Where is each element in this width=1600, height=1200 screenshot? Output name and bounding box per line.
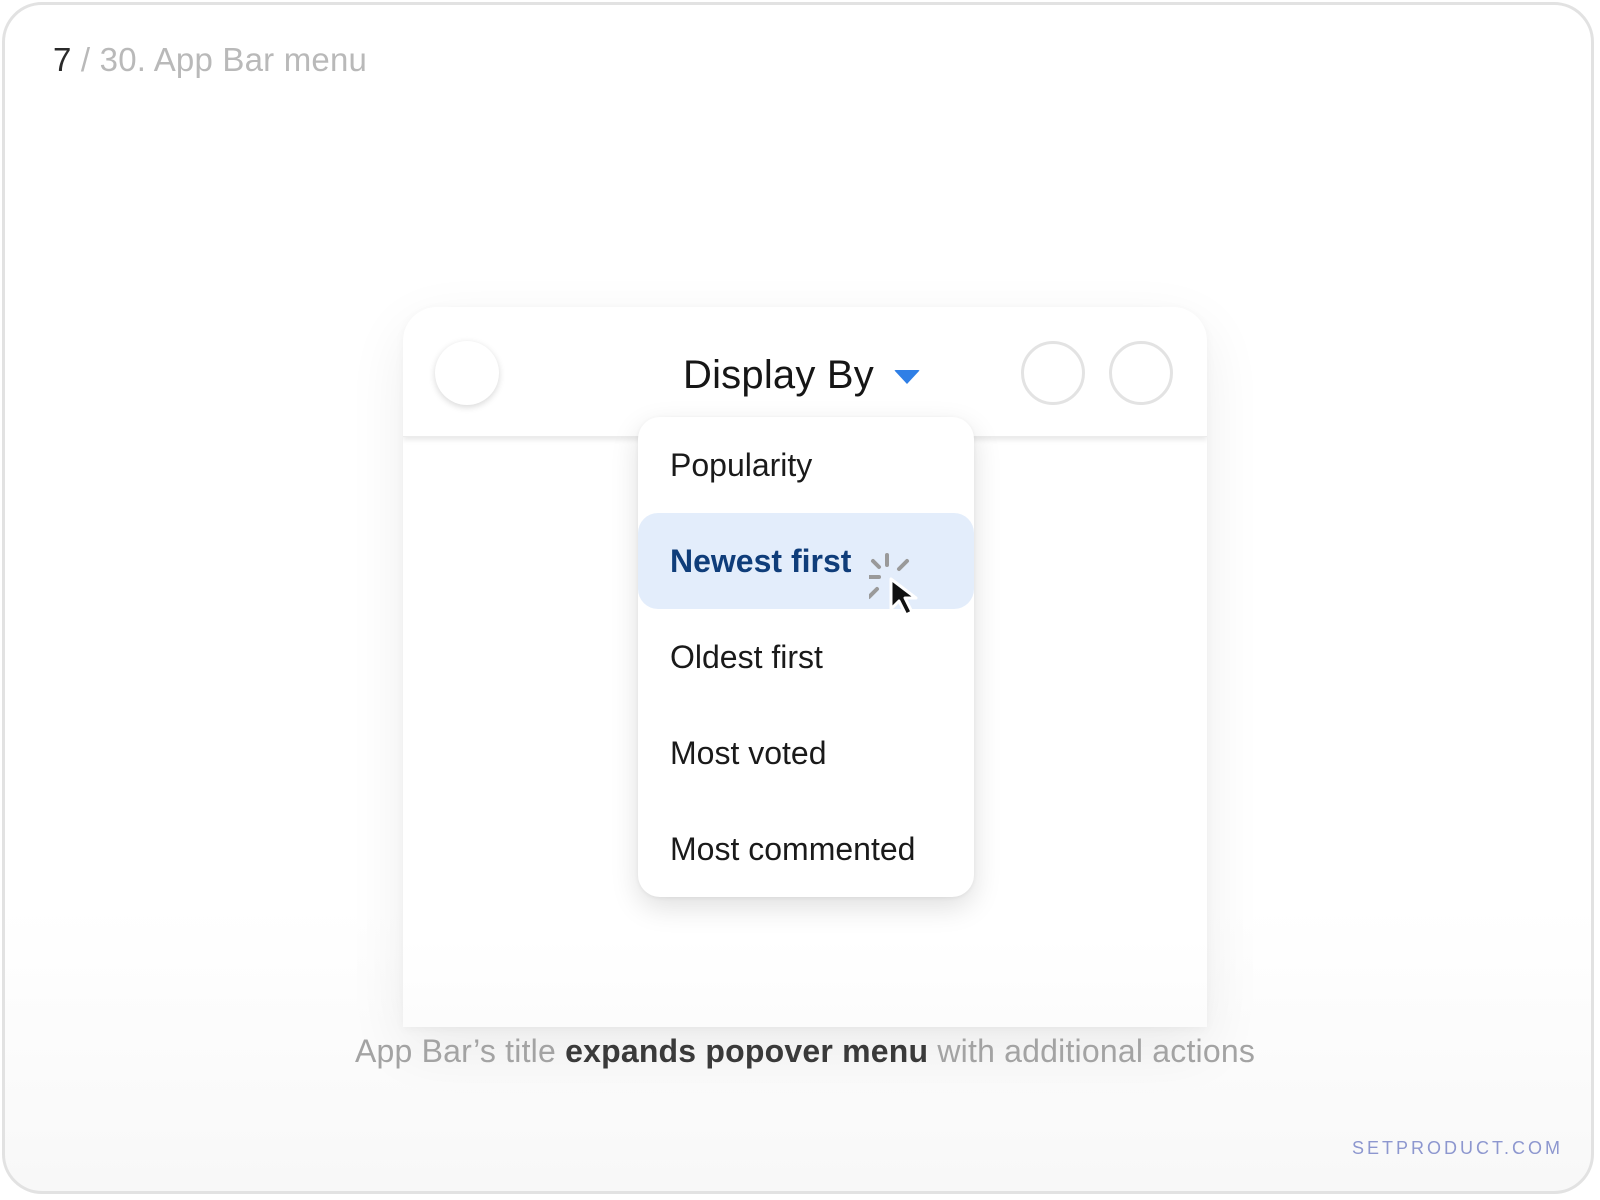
brand-watermark[interactable]: SETPRODUCT.COM: [1352, 1138, 1563, 1159]
menu-item-popularity[interactable]: Popularity: [638, 417, 974, 513]
nav-button[interactable]: [435, 341, 499, 405]
caption-part-1: App Bar’s title: [354, 1033, 566, 1069]
slide-current-number: 7: [53, 41, 72, 78]
caption-emphasis: expands popover menu: [565, 1033, 929, 1069]
action-button-1[interactable]: [1021, 341, 1085, 405]
app-bar-title: Display By: [683, 352, 874, 397]
menu-item-oldest-first[interactable]: Oldest first: [638, 609, 974, 705]
app-bar-title-button[interactable]: Display By: [683, 347, 920, 403]
slide-frame: 7 / 30. App Bar menu Display By Populari…: [2, 2, 1594, 1194]
caption-part-3: with additional actions: [928, 1033, 1256, 1069]
menu-item-most-voted[interactable]: Most voted: [638, 705, 974, 801]
slide-counter: 7 / 30. App Bar menu: [53, 41, 367, 79]
menu-item-newest-first[interactable]: Newest first: [638, 513, 974, 609]
card-fade: [403, 937, 1207, 1027]
slide-title: / 30. App Bar menu: [71, 41, 368, 78]
action-button-2[interactable]: [1109, 341, 1173, 405]
menu-item-most-commented[interactable]: Most commented: [638, 801, 974, 897]
popover-menu: Popularity Newest first Oldest first Mos…: [638, 417, 974, 897]
slide-caption: App Bar’s title expands popover menu wit…: [5, 1033, 1591, 1070]
caret-down-icon: [893, 370, 920, 384]
